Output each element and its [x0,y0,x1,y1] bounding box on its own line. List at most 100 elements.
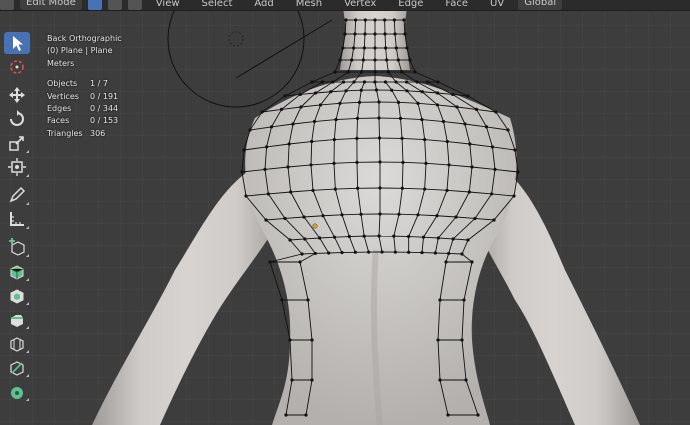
tool-variants-indicator [26,174,29,177]
mesh-vertex [362,80,367,84]
mesh-vertex [299,105,303,109]
mesh-vertex [340,250,344,255]
menu-face[interactable]: Face [437,0,476,9]
edge-select-button[interactable] [107,0,122,10]
ruler-icon [10,212,24,226]
extrude-tool[interactable] [4,260,30,282]
tool-variants-indicator [26,150,29,153]
mesh-vertex [327,251,331,255]
poly-build-tool[interactable] [4,380,30,402]
mesh-vertex [407,234,411,239]
mesh-vertex [466,238,470,242]
mesh-vertex [291,122,295,126]
mesh-vertex [269,125,274,129]
mesh-vertex [244,194,248,198]
move-tool[interactable] [4,84,30,106]
mesh-vertex [473,216,477,221]
mesh-vertex [360,70,364,74]
menu-select[interactable]: Select [194,0,241,9]
mesh-vertex [445,188,449,192]
mesh-vertex [359,212,363,216]
scale-tool[interactable] [4,132,30,154]
transform-orientation-selector[interactable]: Global [518,0,563,10]
poly-build-icon [11,387,23,399]
mesh-vertex [353,250,357,254]
mesh-vertex [290,378,294,382]
mesh-vertex [435,214,439,218]
viewport-header: Edit Mode View Select Add Mesh Vertex Ed… [0,0,690,11]
mesh-vertex [309,163,313,167]
mesh-vertex [436,80,440,84]
mesh-vertex [408,58,412,62]
stat-objects: Objects 1 / 7 [47,79,108,89]
units-label: Meters [47,58,75,68]
mesh-vertex [373,18,377,22]
mesh-vertex [470,260,474,264]
mesh-vertex [494,110,498,114]
menu-uv[interactable]: UV [482,0,512,9]
mesh-vertex [433,251,437,255]
tool-variants-indicator [26,278,29,281]
mesh-vertex [268,260,272,264]
menu-view[interactable]: View [148,0,188,9]
mesh-vertex [464,378,468,382]
menu-vertex[interactable]: Vertex [336,0,384,9]
add-cube-tool[interactable] [4,236,30,258]
mesh-vertex [413,70,417,74]
mesh-vertex [367,250,371,254]
mode-selector[interactable]: Edit Mode [20,0,82,10]
select-box-tool[interactable] [4,32,30,54]
tool-variants-indicator [26,398,29,401]
mesh-vertex [405,89,409,93]
menu-edge[interactable]: Edge [390,0,431,9]
face-select-button[interactable] [127,0,142,10]
tool-variants-indicator [26,302,29,305]
mesh-vertex [420,118,424,122]
mesh-vertex [423,187,427,191]
tool-variants-indicator [26,254,29,257]
mesh-vertex [393,32,397,36]
mesh-edge [341,213,362,216]
mesh-vertex [279,107,284,112]
transform-tool[interactable] [4,156,30,178]
tool-variants-indicator [26,374,29,377]
mesh-vertex [384,46,388,50]
loop-cut-tool[interactable] [4,332,30,354]
mesh-vertex [400,136,404,141]
measure-tool[interactable] [4,208,30,230]
mesh-vertex [341,80,346,84]
mesh-vertex [332,161,336,165]
viewport-info-overlay: Back Orthographic (0) Plane | Plane Mete… [47,33,122,140]
inset-tool[interactable] [4,284,30,306]
mesh-vertex [333,70,337,74]
bevel-tool[interactable] [4,308,30,330]
menu-mesh[interactable]: Mesh [288,0,330,9]
scale-icon [9,136,24,151]
mesh-vertex [332,138,336,142]
mesh-vertex [490,145,495,149]
mesh-vertex [386,70,390,74]
rotate-tool[interactable] [4,108,30,130]
mesh-edge [408,236,424,238]
mesh-vertex [493,167,497,172]
mesh-vertex [304,413,308,417]
mesh-vertex [383,32,387,36]
editor-type-button[interactable] [0,0,14,10]
menu-add[interactable]: Add [246,0,281,9]
mesh-vertex [484,125,489,129]
loop-cut-icon [10,337,24,352]
mesh-vertex [361,58,365,62]
knife-tool[interactable] [4,356,30,378]
cursor-tool[interactable] [4,56,30,78]
mesh-edge [334,236,350,238]
vertex-select-button[interactable] [87,0,102,10]
mesh-vertex [416,213,420,217]
mesh-vertex [420,90,424,94]
annotate-tool[interactable] [4,184,30,206]
tool-variants-indicator [26,326,29,329]
mesh-vertex [396,58,400,62]
mesh-vertex [362,234,366,238]
mesh-vertex [444,260,448,264]
mesh-edge [398,213,419,216]
mesh-vertex [363,18,367,22]
